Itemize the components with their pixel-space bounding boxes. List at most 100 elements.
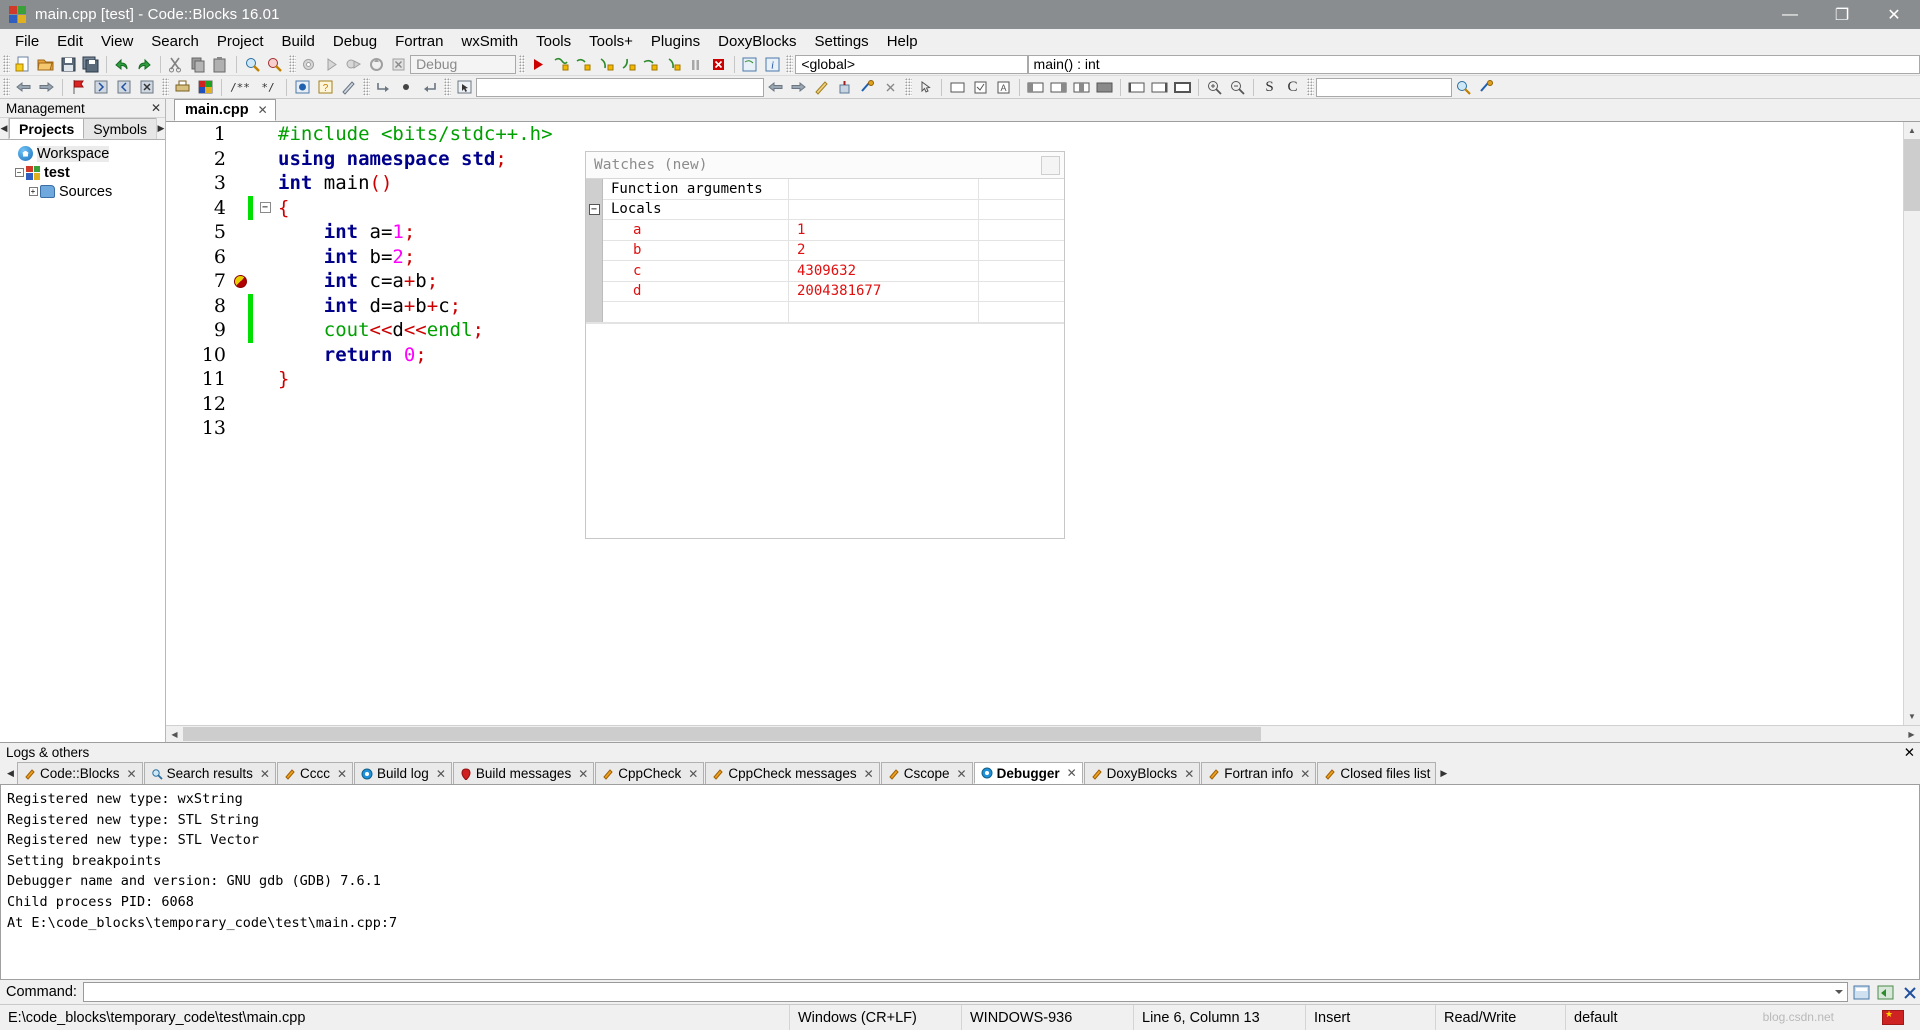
open-file-icon[interactable] [35, 55, 55, 74]
debug-next-line-icon[interactable] [573, 55, 593, 74]
uncomment-block-icon[interactable]: */ [255, 78, 281, 97]
rebuild-icon[interactable] [366, 55, 386, 74]
editor-vertical-scrollbar[interactable]: ▲ ▼ [1903, 122, 1920, 725]
menu-help[interactable]: Help [878, 31, 927, 52]
command-input[interactable] [82, 982, 1848, 1002]
menu-file[interactable]: File [6, 31, 48, 52]
abort-build-icon[interactable] [389, 55, 409, 74]
debug-run-to-cursor-icon[interactable] [551, 55, 571, 74]
log-tab-search-results[interactable]: Search results ✕ [143, 762, 276, 784]
toggle-bookmark-icon[interactable] [68, 78, 89, 97]
log-tab-doxyblocks[interactable]: DoxyBlocks ✕ [1083, 762, 1201, 784]
log-tab-close-icon[interactable]: ✕ [1067, 766, 1077, 780]
doxyblocks-run-icon[interactable] [292, 78, 313, 97]
log-tab-debugger[interactable]: Debugger ✕ [973, 762, 1083, 784]
save-all-icon[interactable] [80, 55, 100, 74]
collapse-icon[interactable]: − [588, 203, 600, 215]
wx-tools2-icon[interactable] [857, 78, 878, 97]
watch-row[interactable]: b2 [586, 240, 1064, 261]
command-send-icon[interactable] [1875, 982, 1896, 1002]
toolbar-grip[interactable] [1307, 78, 1314, 96]
hscroll-track[interactable] [183, 727, 1903, 741]
menu-debug[interactable]: Debug [324, 31, 386, 52]
watches-pin-icon[interactable] [1041, 155, 1060, 175]
fortran-next-icon[interactable] [419, 78, 440, 97]
log-tab-close-icon[interactable]: ✕ [436, 767, 446, 781]
new-file-icon[interactable] [13, 55, 33, 74]
log-tab-close-icon[interactable]: ✕ [578, 767, 588, 781]
log-tab-close-icon[interactable]: ✕ [688, 767, 698, 781]
watch-row[interactable]: − Locals [586, 199, 1064, 220]
wx-redo-icon[interactable] [788, 78, 809, 97]
tab-symbols[interactable]: Symbols [83, 118, 157, 139]
debug-info-icon[interactable]: i [762, 55, 782, 74]
debug-windows-icon[interactable] [740, 55, 760, 74]
menu-edit[interactable]: Edit [48, 31, 92, 52]
watch-row[interactable]: c 4309632 [586, 260, 1064, 282]
menu-view[interactable]: View [92, 31, 142, 52]
next-bookmark-icon[interactable] [114, 78, 135, 97]
search-options-icon[interactable] [1476, 78, 1497, 97]
menu-search[interactable]: Search [142, 31, 208, 52]
watch-expander-cell[interactable] [586, 219, 603, 240]
logs-close-icon[interactable]: ✕ [1904, 745, 1915, 761]
toolbar-grip[interactable] [3, 78, 10, 96]
management-close-icon[interactable]: ✕ [151, 101, 161, 115]
editor-tab-close-icon[interactable]: ✕ [258, 103, 268, 117]
menu-doxyblocks[interactable]: DoxyBlocks [709, 31, 805, 52]
wxs-align-center-icon[interactable] [1071, 78, 1092, 97]
watch-row[interactable]: d 2004381677 [586, 281, 1064, 302]
hscroll-thumb[interactable] [183, 727, 1261, 741]
logs-scroll-left-icon[interactable]: ◀ [4, 762, 17, 784]
log-tab-fortran-info[interactable]: Fortran info ✕ [1201, 762, 1317, 784]
debugger-log-output[interactable]: Registered new type: wxString Registered … [0, 785, 1920, 980]
log-tab-close-icon[interactable]: ✕ [864, 767, 874, 781]
maximize-button[interactable]: ❐ [1816, 0, 1868, 29]
tree-node-sources[interactable]: + Sources [0, 182, 165, 201]
tabs-scroll-left-icon[interactable]: ◀ [0, 118, 10, 139]
menu-project[interactable]: Project [208, 31, 273, 52]
vscroll-track[interactable] [1904, 139, 1920, 708]
log-tab-build-messages[interactable]: Build messages ✕ [452, 762, 595, 784]
code-pane[interactable]: 1 #include <bits/stdc++.h> 2 using namespac… [166, 122, 1903, 725]
nav-back-icon[interactable] [13, 78, 34, 97]
wx-undo-icon[interactable] [765, 78, 786, 97]
watch-row[interactable]: a1 [586, 219, 1064, 241]
help-win-icon[interactable] [195, 78, 216, 97]
menu-settings[interactable]: Settings [805, 31, 877, 52]
sources-expander[interactable]: + [26, 187, 40, 196]
minimize-button[interactable]: — [1764, 0, 1816, 29]
watch-expander-cell[interactable] [586, 240, 603, 261]
menu-tools[interactable]: Tools [527, 31, 580, 52]
debug-stop-icon[interactable] [708, 55, 728, 74]
doxyblocks-config-icon[interactable]: ? [315, 78, 336, 97]
wx-close-icon[interactable] [880, 78, 901, 97]
fortran-jump-icon[interactable] [396, 78, 417, 97]
wxs-textctrl-icon[interactable]: A [993, 78, 1014, 97]
wx-tool-icon[interactable] [834, 78, 855, 97]
log-tab-close-icon[interactable]: ✕ [260, 767, 270, 781]
find-icon[interactable] [242, 55, 262, 74]
wxs-zoom-out-icon[interactable] [1227, 78, 1248, 97]
wxs-pointer-icon[interactable] [915, 78, 936, 97]
wxs-panel-icon[interactable] [947, 78, 968, 97]
log-tab-cppcheck[interactable]: CppCheck ✕ [595, 762, 705, 784]
log-tab-cccc[interactable]: Cccc ✕ [276, 762, 354, 784]
fortran-prev-icon[interactable] [373, 78, 394, 97]
close-button[interactable]: ✕ [1868, 0, 1920, 29]
wxs-align-right-icon[interactable] [1048, 78, 1069, 97]
wxs-scope-s-icon[interactable]: S [1259, 78, 1280, 97]
command-clear-icon[interactable] [1899, 982, 1920, 1002]
wxs-scope-c-icon[interactable]: C [1282, 78, 1303, 97]
toolbar-grip[interactable] [162, 78, 169, 96]
log-tab-closed-files-list[interactable]: Closed files list [1317, 762, 1437, 784]
watch-row[interactable]: Function arguments [586, 178, 1064, 200]
tree-node-workspace[interactable]: Workspace [0, 144, 165, 163]
scroll-right-icon[interactable]: ▶ [1903, 726, 1920, 742]
menu-plugins[interactable]: Plugins [642, 31, 709, 52]
wxsmith-combo[interactable] [476, 77, 764, 97]
toolbar-grip[interactable] [3, 55, 10, 73]
editor-horizontal-scrollbar[interactable]: ◀ ▶ [166, 725, 1920, 742]
search-input[interactable] [1316, 77, 1452, 97]
log-tab-cscope[interactable]: Cscope ✕ [880, 762, 973, 784]
